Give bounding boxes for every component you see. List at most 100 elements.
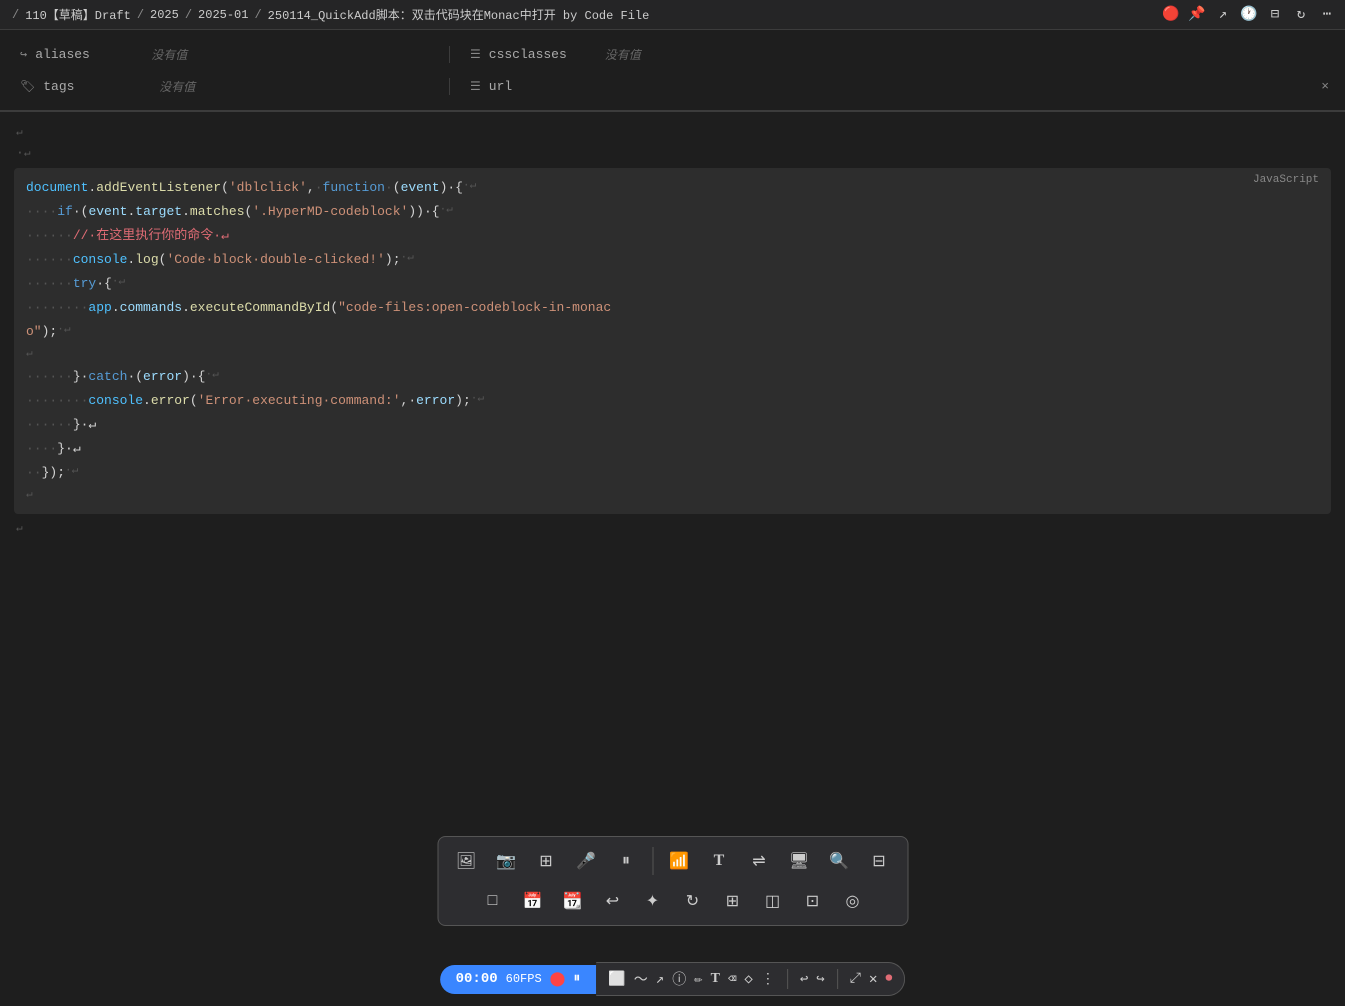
code-line-3: ······ //·在这里执行你的命令·↵ [14, 224, 1331, 248]
toolbar-target-btn[interactable]: ◎ [835, 883, 871, 919]
toolbar-row-1: 🖼 📷 ⊞ 🎤 ⏸ 📶 T ⇌ 🖥 🔍 ⊟ [448, 843, 897, 879]
meta-row-aliases: ↪ aliases 没有值 ☰ cssclasses 没有值 [0, 38, 1345, 70]
tags-icon: 🏷 [20, 79, 35, 94]
meta-url-right: ☰ url × [450, 79, 1345, 94]
code-line-7: ······ }·catch·(error)·{ ·↵ [14, 365, 1331, 389]
sep: / [12, 8, 19, 22]
toolbar: 🖼 📷 ⊞ 🎤 ⏸ 📶 T ⇌ 🖥 🔍 ⊟ □ 📅 📆 ↩ ✦ ↻ ⊞ ◫ ⊡ … [437, 836, 908, 926]
toolbar-pause-btn[interactable]: ⏸ [608, 843, 644, 879]
code-line-8: ········ console.error('Error·executing·… [14, 389, 1331, 413]
code-line-6b: o"); ·↵ [14, 320, 1331, 344]
cssclasses-icon: ☰ [470, 47, 481, 62]
indent-line-1: ↵ [0, 122, 1345, 143]
toolbar-wifi-btn[interactable]: 📶 [661, 843, 697, 879]
code-line-11: ·· }); ·↵ [14, 461, 1331, 485]
url-label: url [489, 79, 589, 94]
recording-pause-btn[interactable]: ⏸ [573, 971, 580, 987]
toolbar-square-btn[interactable]: □ [475, 883, 511, 919]
path-tool-icon[interactable]: 〜 [634, 969, 648, 989]
toolbar-move-btn[interactable]: ✦ [635, 883, 671, 919]
clock-icon[interactable]: 🕐 [1241, 7, 1257, 23]
toolbar-calendar-btn[interactable]: 📅 [515, 883, 551, 919]
breadcrumb-2025[interactable]: 2025 [150, 8, 179, 22]
sep4: / [254, 8, 261, 22]
url-icon: ☰ [470, 79, 481, 94]
arrow-tool-icon[interactable]: ↗ [656, 971, 664, 988]
recording-fps: 60FPS [506, 972, 542, 986]
recording-right: ⬜ 〜 ↗ ⓘ ✏ T ⌫ ◇ ⋮ ↩ ↪ ⤢ ✕ ⏺ [596, 962, 905, 996]
recording-left: 00:00 60FPS ⬤ ⏸ [440, 965, 597, 994]
shape-tool-icon[interactable]: ◇ [744, 971, 752, 988]
toolbar-image-btn[interactable]: 🖼 [448, 843, 484, 879]
toolbar-swap-btn[interactable]: ⇌ [741, 843, 777, 879]
toolbar-layers-btn[interactable]: ◫ [755, 883, 791, 919]
breadcrumb-file[interactable]: 250114_QuickAdd脚本：双击代码块在Monac中打开 by Code… [268, 6, 650, 23]
toolbar-columns-btn[interactable]: ⊞ [715, 883, 751, 919]
code-line-blank: ↵ [14, 344, 1331, 365]
toolbar-text-btn[interactable]: T [701, 843, 737, 879]
tags-label: tags [43, 79, 143, 94]
toolbar-rotate-btn[interactable]: ↻ [675, 883, 711, 919]
code-line-1: document.addEventListener('dblclick',·fu… [14, 176, 1331, 200]
top-bar-actions: 🔴 📌 ↗ 🕐 ⊟ ↻ ⋯ [1163, 7, 1335, 23]
recording-time: 00:00 [456, 971, 498, 987]
toolbar-select-btn[interactable]: ⊡ [795, 883, 831, 919]
url-close-button[interactable]: × [1321, 79, 1329, 94]
toolbar-search-btn[interactable]: 🔍 [821, 843, 857, 879]
toolbar-mic-btn[interactable]: 🎤 [568, 843, 604, 879]
breadcrumb-draft[interactable]: 110【草稿】Draft [25, 6, 131, 23]
flame-icon[interactable]: 🔴 [1163, 7, 1179, 23]
split-icon[interactable]: ⊟ [1267, 7, 1283, 23]
more-tool-icon[interactable]: ⋮ [761, 971, 775, 988]
recording-bar: 00:00 60FPS ⬤ ⏸ ⬜ 〜 ↗ ⓘ ✏ T ⌫ ◇ ⋮ ↩ ↪ ⤢ … [440, 962, 906, 996]
tags-value: 没有值 [159, 78, 195, 95]
info-tool-icon[interactable]: ⓘ [672, 969, 686, 989]
top-bar: / 110【草稿】Draft / 2025 / 2025-01 / 250114… [0, 0, 1345, 30]
code-lang-label: JavaScript [1253, 174, 1319, 186]
text-tool-icon[interactable]: T [711, 971, 720, 987]
toolbar-table-btn[interactable]: ⊟ [861, 843, 897, 879]
more-icon[interactable]: ⋯ [1319, 7, 1335, 23]
fullscreen-tool-icon[interactable]: ⤢ [850, 971, 861, 987]
eraser-tool-icon[interactable]: ⌫ [728, 971, 736, 988]
sep3: / [185, 8, 192, 22]
cssclasses-value: 没有值 [605, 46, 641, 63]
meta-cssclasses-right: ☰ cssclasses 没有值 [450, 46, 1345, 63]
aliases-label: aliases [35, 47, 135, 62]
close-tool-icon[interactable]: ✕ [869, 971, 877, 988]
breadcrumb-month[interactable]: 2025-01 [198, 8, 248, 22]
metadata-section: ↪ aliases 没有值 ☰ cssclasses 没有值 🏷 tags 没有… [0, 30, 1345, 111]
toolbar-monitor-btn[interactable]: 🖥 [781, 843, 817, 879]
rec-sep-1 [787, 969, 788, 989]
code-line-4: ······ console.log('Code·block·double-cl… [14, 248, 1331, 272]
toolbar-grid-btn[interactable]: ⊞ [528, 843, 564, 879]
code-line-6: ········ app.commands.executeCommandById… [14, 296, 1331, 320]
code-line-12: ↵ [14, 485, 1331, 506]
recording-dot-icon[interactable]: ⬤ [550, 971, 566, 988]
toolbar-calendar2-btn[interactable]: 📆 [555, 883, 591, 919]
toolbar-row-2: □ 📅 📆 ↩ ✦ ↻ ⊞ ◫ ⊡ ◎ [448, 883, 897, 919]
pin-icon[interactable]: 📌 [1189, 7, 1205, 23]
meta-tags-left: 🏷 tags 没有值 [0, 78, 450, 95]
code-line-10: ···· }·↵ [14, 437, 1331, 461]
refresh-icon[interactable]: ↻ [1293, 7, 1309, 23]
expand-icon[interactable]: ↗ [1215, 7, 1231, 23]
editor-area[interactable]: ↵ ·↵ JavaScript document.addEventListene… [0, 112, 1345, 549]
cursor-tool-icon[interactable]: ⬜ [608, 971, 625, 988]
aliases-value: 没有值 [151, 46, 187, 63]
aliases-icon: ↪ [20, 47, 27, 62]
meta-row-tags: 🏷 tags 没有值 ☰ url × [0, 70, 1345, 102]
code-line-5: ······ try·{ ·↵ [14, 272, 1331, 296]
record-stop-icon[interactable]: ⏺ [885, 971, 892, 987]
code-line-2: ···· if·(event.target.matches('.HyperMD-… [14, 200, 1331, 224]
cssclasses-label: cssclasses [489, 47, 589, 62]
toolbar-arrow-btn[interactable]: ↩ [595, 883, 631, 919]
breadcrumb: / 110【草稿】Draft / 2025 / 2025-01 / 250114… [10, 6, 649, 23]
code-block[interactable]: JavaScript document.addEventListener('db… [14, 168, 1331, 515]
undo-tool-icon[interactable]: ↩ [800, 971, 808, 988]
toolbar-photo-btn[interactable]: 📷 [488, 843, 524, 879]
trailing-line: ↵ [0, 518, 1345, 539]
rec-sep-2 [837, 969, 838, 989]
pen-tool-icon[interactable]: ✏ [694, 971, 702, 988]
redo-tool-icon[interactable]: ↪ [816, 971, 824, 988]
